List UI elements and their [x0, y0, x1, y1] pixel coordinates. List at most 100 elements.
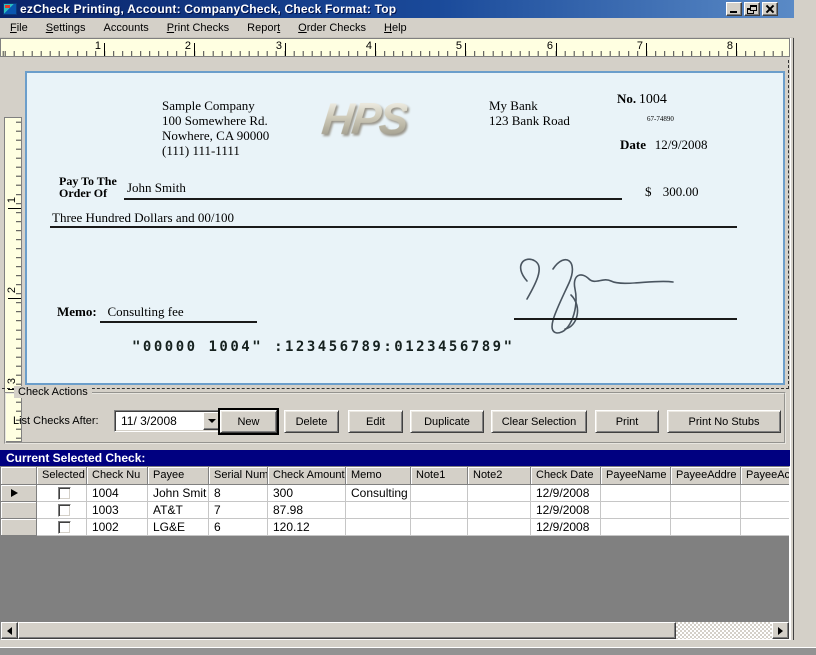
menu-item[interactable]: Settings	[37, 20, 95, 36]
column-header[interactable]: Serial Num	[209, 467, 268, 485]
menu-item[interactable]: Help	[375, 20, 416, 36]
table-cell[interactable]: 12/9/2008	[531, 502, 601, 519]
table-cell[interactable]	[741, 485, 789, 502]
ruler-major-tick	[646, 43, 647, 56]
table-cell[interactable]: 1004	[87, 485, 148, 502]
table-cell[interactable]: 1003	[87, 502, 148, 519]
column-header[interactable]: Note2	[468, 467, 531, 485]
check-preview-area: 123 Sample Company 100 Somewhere Rd. Now…	[0, 57, 790, 442]
table-cell[interactable]: 300	[268, 485, 346, 502]
column-header[interactable]: Note1	[411, 467, 468, 485]
menu-item[interactable]: File	[1, 20, 37, 36]
edit-button[interactable]: Edit	[348, 410, 403, 433]
combo-dropdown-button[interactable]	[203, 412, 220, 430]
list-date-combobox[interactable]: 11/ 3/2008	[114, 410, 222, 432]
row-selector[interactable]	[1, 485, 37, 502]
table-row[interactable]: 1002 LG&E 6 120.12 12/9/2008	[1, 519, 789, 536]
table-cell[interactable]	[411, 519, 468, 536]
scroll-right-button[interactable]	[772, 622, 789, 639]
delete-button[interactable]: Delete	[284, 410, 339, 433]
chevron-down-icon	[207, 419, 216, 423]
bottom-bar	[0, 647, 816, 655]
menu-item[interactable]: Accounts	[95, 20, 158, 36]
table-cell[interactable]	[601, 485, 671, 502]
scrollbar-track[interactable]	[676, 622, 772, 639]
check-canvas[interactable]: Sample Company 100 Somewhere Rd. Nowhere…	[25, 71, 785, 385]
table-cell[interactable]: 1002	[87, 519, 148, 536]
table-cell[interactable]	[411, 485, 468, 502]
horizontal-scrollbar[interactable]	[1, 622, 789, 639]
table-cell[interactable]	[601, 519, 671, 536]
minimize-button[interactable]	[726, 2, 742, 16]
payee-name: John Smith	[127, 180, 186, 195]
column-header[interactable]: Selected	[37, 467, 87, 485]
row-checkbox[interactable]	[57, 504, 71, 517]
column-header[interactable]: PayeeName	[601, 467, 671, 485]
table-cell[interactable]	[671, 519, 741, 536]
restore-button[interactable]	[744, 2, 760, 16]
table-cell[interactable]: 12/9/2008	[531, 519, 601, 536]
table-cell[interactable]: 7	[209, 502, 268, 519]
scroll-left-button[interactable]	[1, 622, 18, 639]
menu-item[interactable]: Print Checks	[158, 20, 238, 36]
print-button[interactable]: Print	[595, 410, 659, 433]
signature-line	[514, 318, 737, 320]
table-cell[interactable]: 87.98	[268, 502, 346, 519]
table-cell[interactable]: 6	[209, 519, 268, 536]
scrollbar-thumb[interactable]	[18, 622, 676, 639]
table-cell[interactable]: 8	[209, 485, 268, 502]
ruler-major-tick	[8, 208, 21, 209]
table-cell[interactable]	[468, 502, 531, 519]
ruler-major-tick	[285, 43, 286, 56]
row-checkbox[interactable]	[57, 487, 71, 500]
table-row[interactable]: 1004 John Smit 8 300 Consulting 12/9/2008	[1, 485, 789, 502]
table-cell[interactable]	[741, 502, 789, 519]
check-actions-group: Check Actions List Checks After: 11/ 3/2…	[4, 386, 786, 444]
grid-header-row: Selected Check Nu Payee Serial Num Check Amo…	[1, 467, 789, 485]
grid-empty-area	[1, 536, 789, 622]
column-header[interactable]: Payee	[148, 467, 209, 485]
table-cell[interactable]: 120.12	[268, 519, 346, 536]
menu-item[interactable]: Order Checks	[289, 20, 375, 36]
table-cell[interactable]	[346, 519, 411, 536]
ruler-major-tick	[736, 43, 737, 56]
column-header[interactable]: PayeeAddre	[671, 467, 741, 485]
table-cell[interactable]	[671, 485, 741, 502]
micr-line: "00000 1004" :123456789:0123456789"	[132, 339, 515, 355]
table-cell[interactable]: John Smit	[148, 485, 209, 502]
row-selector[interactable]	[1, 519, 37, 536]
table-cell[interactable]: AT&T	[148, 502, 209, 519]
selected-cell	[37, 485, 87, 502]
table-cell[interactable]: 12/9/2008	[531, 485, 601, 502]
table-cell[interactable]	[411, 502, 468, 519]
bank-address: My Bank 123 Bank Road	[489, 98, 570, 128]
row-selector[interactable]	[1, 502, 37, 519]
company-address: Sample Company 100 Somewhere Rd. Nowhere…	[162, 98, 270, 158]
check-date: Date 12/9/2008	[620, 137, 708, 152]
close-button[interactable]	[762, 2, 778, 16]
table-cell[interactable]	[346, 502, 411, 519]
table-cell[interactable]	[468, 519, 531, 536]
menu-item[interactable]: Report	[238, 20, 289, 36]
table-cell[interactable]: Consulting	[346, 485, 411, 502]
column-header[interactable]: Check Amount	[268, 467, 346, 485]
table-cell[interactable]	[468, 485, 531, 502]
table-cell[interactable]: LG&E	[148, 519, 209, 536]
signature-scribble	[519, 258, 674, 334]
column-header[interactable]: Check Date	[531, 467, 601, 485]
column-header[interactable]: Check Nu	[87, 467, 148, 485]
table-cell[interactable]	[741, 519, 789, 536]
clear-selection-button[interactable]: Clear Selection	[491, 410, 587, 433]
column-header[interactable]: Memo	[346, 467, 411, 485]
row-checkbox[interactable]	[57, 521, 71, 534]
row-selector-header	[1, 467, 37, 485]
duplicate-button[interactable]: Duplicate	[410, 410, 484, 433]
table-cell[interactable]	[671, 502, 741, 519]
print-no-stubs-button[interactable]: Print No Stubs	[667, 410, 781, 433]
table-row[interactable]: 1003 AT&T 7 87.98 12/9/2008	[1, 502, 789, 519]
new-button[interactable]: New	[220, 410, 277, 433]
ruler-number: 2	[6, 286, 18, 294]
table-cell[interactable]	[601, 502, 671, 519]
column-header[interactable]: PayeeAc	[741, 467, 789, 485]
ruler-number: 5	[455, 40, 462, 52]
